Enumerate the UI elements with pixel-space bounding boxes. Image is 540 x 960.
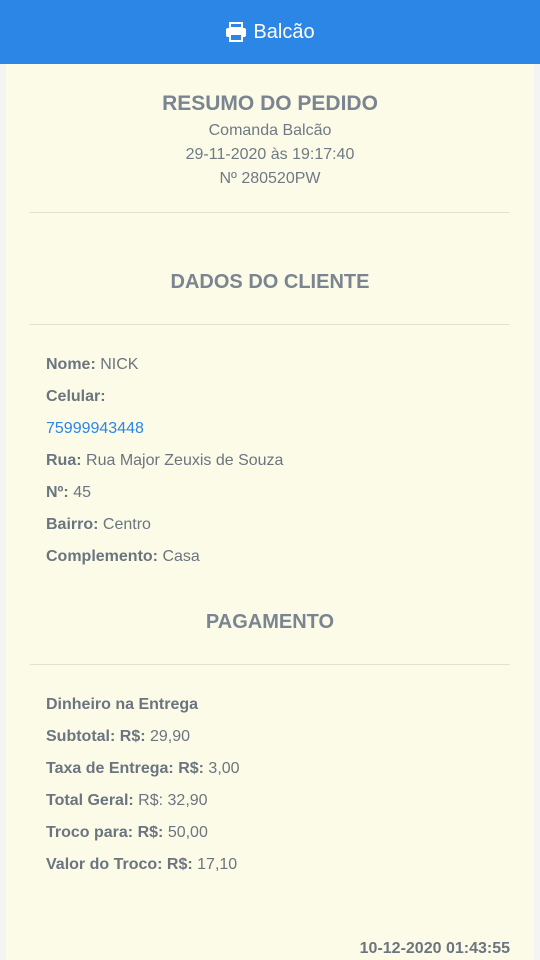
order-number: Nº 280520PW: [219, 170, 321, 187]
comanda-label: Comanda Balcão: [208, 122, 332, 139]
client-district: Bairro: Centro: [46, 516, 151, 533]
divider: [30, 212, 510, 213]
print-timestamp: 10-12-2020 01:43:55: [359, 940, 510, 957]
divider: [30, 664, 510, 665]
client-phone-label: Celular:: [46, 388, 106, 405]
printer-icon[interactable]: [225, 22, 247, 42]
payment-method: Dinheiro na Entrega: [46, 696, 199, 713]
client-number: Nº: 45: [46, 484, 91, 501]
change-for: Troco para: R$: 50,00: [46, 824, 208, 841]
order-card: RESUMO DO PEDIDO Comanda Balcão 29-11-20…: [6, 64, 534, 960]
order-datetime: 29-11-2020 às 19:17:40: [185, 146, 355, 163]
change-value: Valor do Troco: R$: 17,10: [46, 856, 238, 873]
client-phone-link[interactable]: 75999943448: [6, 413, 534, 445]
client-name: Nome: NICK: [46, 356, 139, 373]
client-complement: Complemento: Casa: [46, 548, 200, 565]
divider: [30, 324, 510, 325]
client-street: Rua: Rua Major Zeuxis de Souza: [46, 452, 284, 469]
top-bar: Balcão: [0, 0, 540, 64]
header-title[interactable]: Balcão: [253, 21, 314, 44]
delivery-fee: Taxa de Entrega: R$: 3,00: [46, 760, 240, 777]
grand-total: Total Geral: R$: 32,90: [46, 792, 208, 809]
subtotal: Subtotal: R$: 29,90: [46, 728, 191, 745]
payment-section-title: PAGAMENTO: [205, 611, 335, 633]
client-section-title: DADOS DO CLIENTE: [170, 271, 370, 293]
order-summary-title: RESUMO DO PEDIDO: [162, 92, 378, 115]
